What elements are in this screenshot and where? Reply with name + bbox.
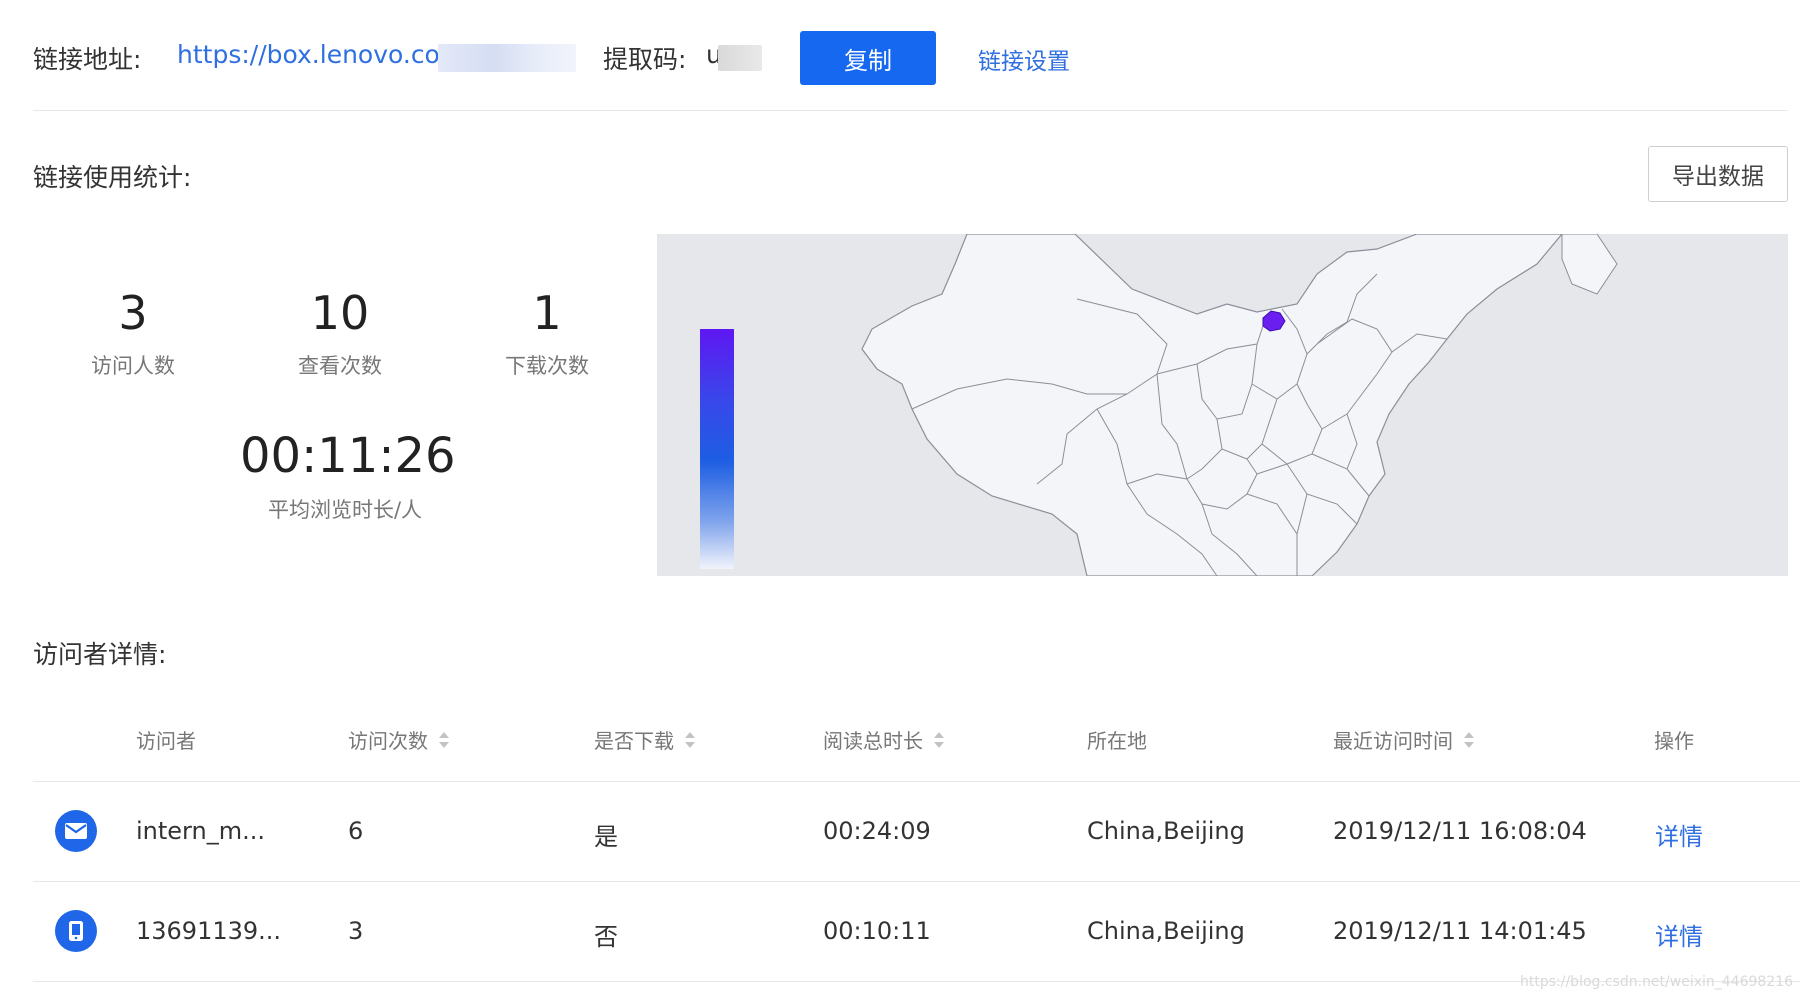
read-duration: 00:24:09 <box>823 817 931 845</box>
col-action: 操作 <box>1654 729 1694 753</box>
code-redaction <box>718 45 762 71</box>
downloaded-flag: 否 <box>594 923 618 951</box>
visitors-stat: 3 访问人数 <box>63 290 203 380</box>
visitor-avatar <box>55 910 97 952</box>
views-count: 10 <box>310 286 370 340</box>
downloads-count: 1 <box>532 286 562 340</box>
phone-icon <box>69 921 83 941</box>
avg-duration-value: 00:11:26 <box>240 428 456 484</box>
row-divider <box>33 881 1800 882</box>
detail-link[interactable]: 详情 <box>1655 817 1703 852</box>
downloads-stat: 1 下载次数 <box>477 290 617 380</box>
extract-code-label: 提取码: <box>603 45 687 74</box>
downloads-label: 下载次数 <box>505 354 589 378</box>
col-downloaded[interactable]: 是否下载 <box>594 725 696 754</box>
copy-button[interactable]: 复制 <box>800 31 936 85</box>
col-visits[interactable]: 访问次数 <box>348 725 450 754</box>
downloaded-flag: 是 <box>594 823 618 851</box>
visitor-name: 13691139... <box>136 917 282 945</box>
visitor-location: China,Beijing <box>1087 817 1245 845</box>
mail-icon <box>65 823 87 839</box>
last-visit-time: 2019/12/11 16:08:04 <box>1333 817 1587 845</box>
map-legend-gradient <box>700 329 734 569</box>
col-duration[interactable]: 阅读总时长 <box>823 725 945 754</box>
last-visit-time: 2019/12/11 14:01:45 <box>1333 917 1587 945</box>
china-landmass <box>861 234 1563 576</box>
url-redaction <box>438 44 576 72</box>
visitors-label: 访问人数 <box>91 354 175 378</box>
visit-count: 6 <box>348 817 364 845</box>
read-duration: 00:10:11 <box>823 917 931 945</box>
china-map[interactable] <box>657 234 1788 576</box>
visitor-section-title: 访问者详情: <box>33 640 167 669</box>
visit-count: 3 <box>348 917 364 945</box>
stats-section-title: 链接使用统计: <box>33 163 192 192</box>
visitor-location: China,Beijing <box>1087 917 1245 945</box>
sort-icon[interactable] <box>684 731 696 749</box>
detail-link[interactable]: 详情 <box>1655 917 1703 952</box>
link-settings-link[interactable]: 链接设置 <box>978 42 1070 76</box>
visitor-name: intern_m... <box>136 817 265 845</box>
avg-duration-stat: 00:11:26 平均浏览时长/人 <box>240 428 456 524</box>
neighbor-coast <box>1561 234 1618 295</box>
link-address-label: 链接地址: <box>33 45 142 74</box>
views-stat: 10 查看次数 <box>270 290 410 380</box>
sort-icon[interactable] <box>933 731 945 749</box>
col-location: 所在地 <box>1087 729 1147 753</box>
views-label: 查看次数 <box>298 354 382 378</box>
header-divider <box>33 781 1800 782</box>
china-map-svg <box>861 234 1618 576</box>
sort-icon[interactable] <box>1463 731 1475 749</box>
avg-duration-label: 平均浏览时长/人 <box>267 498 423 522</box>
col-visitor: 访问者 <box>136 729 196 753</box>
watermark: https://blog.csdn.net/weixin_44698216 <box>1520 974 1794 990</box>
sort-icon[interactable] <box>438 731 450 749</box>
export-data-button[interactable]: 导出数据 <box>1648 146 1788 202</box>
share-link-url[interactable]: https://box.lenovo.com <box>177 40 464 69</box>
top-divider <box>33 110 1788 111</box>
col-last-visit[interactable]: 最近访问时间 <box>1333 725 1475 754</box>
visitor-avatar <box>55 810 97 852</box>
visitors-count: 3 <box>118 286 148 340</box>
